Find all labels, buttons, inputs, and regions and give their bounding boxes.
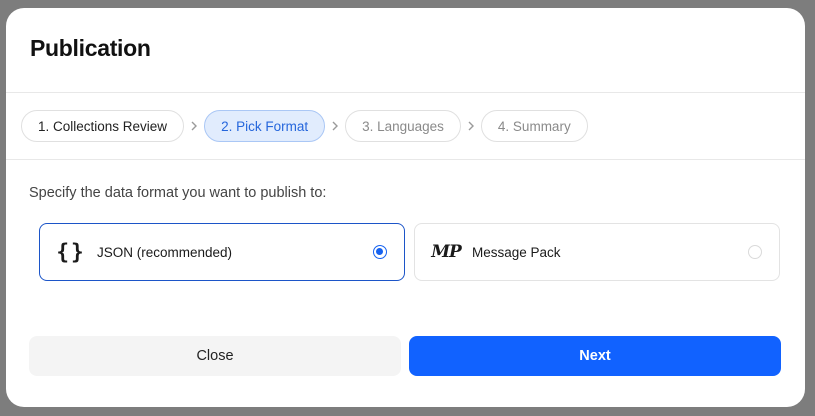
message-pack-icon: MP xyxy=(431,242,462,262)
format-options: {} JSON (recommended) MP Message Pack xyxy=(29,223,782,281)
json-braces-icon: {} xyxy=(56,240,86,264)
modal-title: Publication xyxy=(30,35,151,61)
format-option-label: Message Pack xyxy=(472,244,561,260)
radio-message-pack[interactable] xyxy=(748,245,762,259)
format-option-json[interactable]: {} JSON (recommended) xyxy=(39,223,405,281)
modal-footer: Close Next xyxy=(29,336,781,376)
publication-modal: Publication 1. Collections Review 2. Pic… xyxy=(6,8,805,407)
format-prompt: Specify the data format you want to publ… xyxy=(29,185,327,201)
step-pick-format[interactable]: 2. Pick Format xyxy=(204,110,326,142)
step-languages[interactable]: 3. Languages xyxy=(345,110,461,142)
step-summary[interactable]: 4. Summary xyxy=(480,110,588,142)
close-button[interactable]: Close xyxy=(29,336,401,376)
next-button[interactable]: Next xyxy=(409,336,781,376)
chevron-right-icon xyxy=(184,121,204,131)
chevron-right-icon xyxy=(325,121,345,131)
radio-json[interactable] xyxy=(373,245,387,259)
chevron-right-icon xyxy=(461,121,481,131)
modal-body: Specify the data format you want to publ… xyxy=(6,185,805,281)
stepper: 1. Collections Review 2. Pick Format 3. … xyxy=(6,93,805,160)
format-option-message-pack[interactable]: MP Message Pack xyxy=(414,223,780,281)
modal-header: Publication xyxy=(6,8,805,93)
step-collections-review[interactable]: 1. Collections Review xyxy=(21,110,185,142)
format-option-label: JSON (recommended) xyxy=(97,244,233,260)
